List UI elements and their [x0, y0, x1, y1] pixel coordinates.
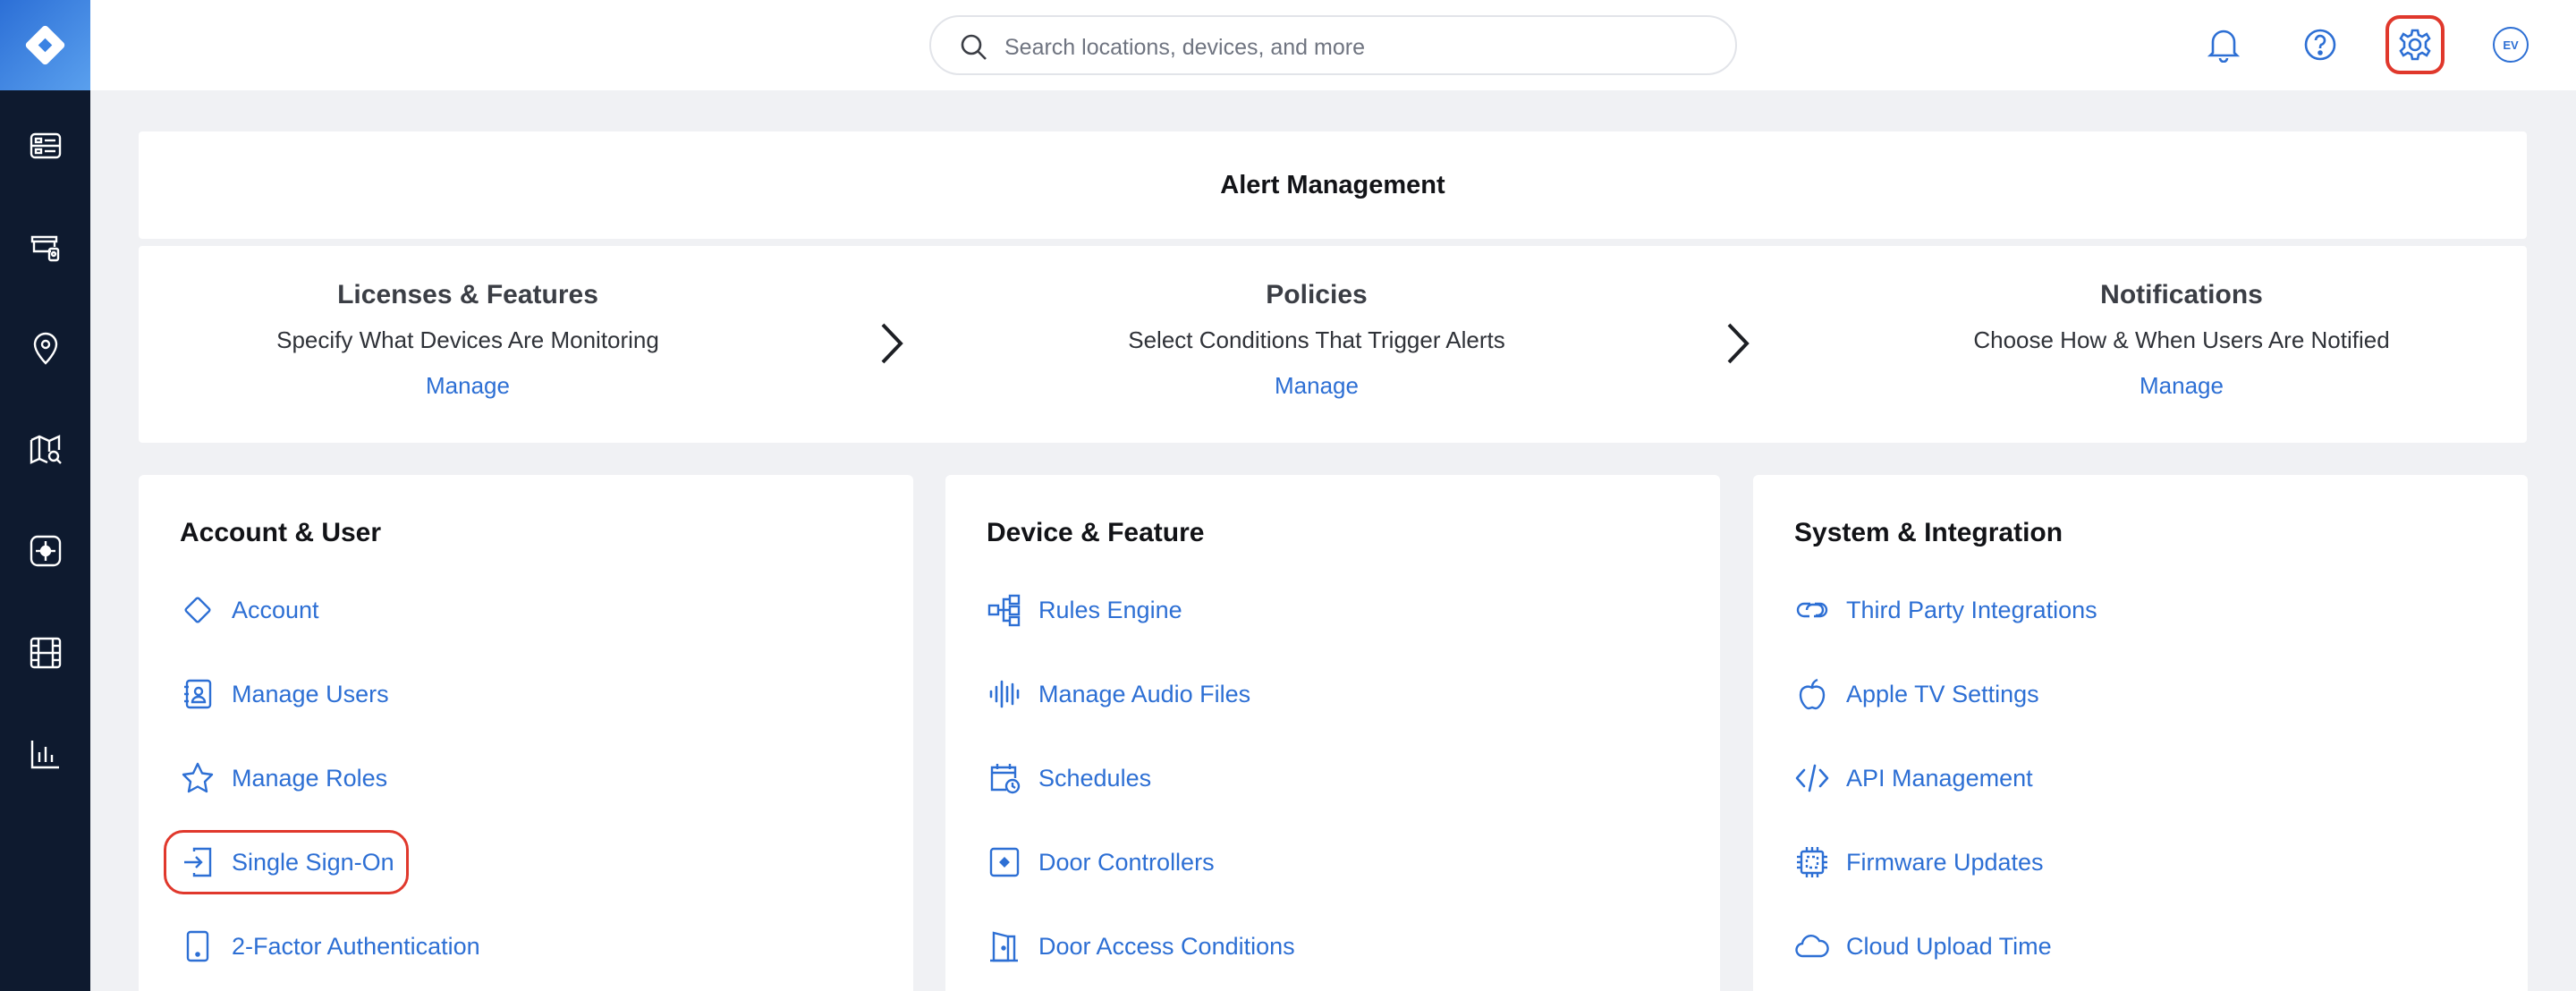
brand-diamond-logo-icon	[25, 25, 65, 65]
top-bar: Search locations, devices, and more EV	[90, 0, 2576, 90]
cloud-icon	[1794, 928, 1830, 964]
apple-icon	[1794, 676, 1830, 712]
item-label: Door Access Conditions	[1038, 932, 1295, 960]
section-system-integration: System & Integration Third Party Integra…	[1753, 475, 2528, 991]
settings-button[interactable]	[2385, 15, 2445, 74]
manage-roles-link[interactable]: Manage Roles	[180, 756, 387, 800]
user-avatar[interactable]: EV	[2493, 27, 2529, 63]
map-search-icon	[30, 435, 62, 464]
item-label: Third Party Integrations	[1846, 596, 2097, 623]
nav-archive[interactable]	[23, 631, 68, 675]
gear-icon	[2399, 29, 2431, 61]
dashboard-icon	[30, 132, 62, 159]
notifications-manage-link[interactable]: Manage	[1868, 372, 2495, 400]
item-label: Manage Audio Files	[1038, 680, 1251, 707]
apple-tv-settings-link[interactable]: Apple TV Settings	[1794, 672, 2039, 716]
diamond-icon	[180, 592, 216, 628]
chevron-right-icon	[881, 323, 903, 364]
step-title: Policies	[1266, 280, 1368, 309]
door-controllers-link[interactable]: Door Controllers	[987, 840, 1215, 885]
door-icon	[987, 928, 1022, 964]
api-management-link[interactable]: API Management	[1794, 756, 2033, 800]
item-label: Door Controllers	[1038, 848, 1215, 876]
alert-management-header: Alert Management	[139, 131, 2527, 239]
item-label: Account	[232, 596, 319, 623]
item-label: Firmware Updates	[1846, 848, 2044, 876]
door-controller-icon	[987, 844, 1022, 880]
flow-nodes-icon	[987, 592, 1022, 628]
policies-manage-link[interactable]: Manage	[1004, 372, 1630, 400]
notifications-button[interactable]	[2194, 15, 2253, 74]
calendar-clock-icon	[987, 760, 1022, 796]
item-label: Rules Engine	[1038, 596, 1182, 623]
search-input[interactable]: Search locations, devices, and more	[929, 15, 1737, 75]
single-sign-on-highlight	[164, 830, 409, 894]
section-title: System & Integration	[1794, 518, 2063, 547]
manage-users-link[interactable]: Manage Users	[180, 672, 389, 716]
search-placeholder: Search locations, devices, and more	[1004, 35, 1365, 60]
star-icon	[180, 760, 216, 796]
camera-devices-icon	[30, 235, 60, 262]
bell-icon	[2207, 30, 2240, 63]
analytics-chart-icon	[30, 741, 59, 769]
location-pin-icon	[33, 332, 58, 365]
brand-logo[interactable]	[0, 0, 90, 90]
section-account-user: Account & User Account Manage Users Mana…	[139, 475, 913, 991]
chevron-right-icon	[1727, 323, 1750, 364]
alert-management-title: Alert Management	[1220, 170, 1445, 199]
step-description: Select Conditions That Trigger Alerts	[1128, 326, 1505, 353]
section-title: Account & User	[180, 518, 382, 547]
nav-analytics[interactable]	[23, 732, 68, 776]
item-label: Manage Users	[232, 680, 389, 707]
item-label: Apple TV Settings	[1846, 680, 2039, 707]
tablet-icon	[180, 928, 216, 964]
item-label: Cloud Upload Time	[1846, 932, 2052, 960]
third-party-integrations-link[interactable]: Third Party Integrations	[1794, 588, 2097, 632]
item-label: API Management	[1846, 764, 2033, 792]
audio-wave-icon	[987, 676, 1022, 712]
manage-audio-files-link[interactable]: Manage Audio Files	[987, 672, 1250, 716]
step-description: Specify What Devices Are Monitoring	[276, 326, 659, 353]
access-control-icon	[30, 535, 62, 567]
schedules-link[interactable]: Schedules	[987, 756, 1151, 800]
user-book-icon	[180, 676, 216, 712]
help-button[interactable]	[2291, 15, 2350, 74]
step-licenses-features: Licenses & Features Specify What Devices…	[155, 280, 781, 400]
nav-locations[interactable]	[23, 326, 68, 371]
step-description: Choose How & When Users Are Notified	[1973, 326, 2390, 353]
account-link[interactable]: Account	[180, 588, 319, 632]
nav-devices[interactable]	[23, 225, 68, 270]
nav-dashboard[interactable]	[23, 123, 68, 168]
step-title: Notifications	[2100, 280, 2263, 309]
film-archive-icon	[30, 637, 62, 669]
section-device-feature: Device & Feature Rules Engine Manage Aud…	[945, 475, 1720, 991]
step-title: Licenses & Features	[337, 280, 598, 309]
step-notifications: Notifications Choose How & When Users Ar…	[1868, 280, 2495, 400]
nav-access-control[interactable]	[23, 529, 68, 573]
link-icon	[1794, 592, 1830, 628]
step-policies: Policies Select Conditions That Trigger …	[1004, 280, 1630, 400]
section-title: Device & Feature	[987, 518, 1205, 547]
alert-management-steps: Licenses & Features Specify What Devices…	[139, 246, 2527, 443]
item-label: 2-Factor Authentication	[232, 932, 480, 960]
search-icon	[961, 34, 987, 60]
item-label: Schedules	[1038, 764, 1152, 792]
cloud-upload-time-link[interactable]: Cloud Upload Time	[1794, 924, 2052, 969]
firmware-updates-link[interactable]: Firmware Updates	[1794, 840, 2044, 885]
help-icon	[2304, 29, 2336, 61]
nav-map[interactable]	[23, 428, 68, 472]
code-icon	[1794, 760, 1830, 796]
sidebar	[0, 0, 90, 991]
item-label: Manage Roles	[232, 764, 388, 792]
licenses-manage-link[interactable]: Manage	[155, 372, 781, 400]
two-factor-auth-link[interactable]: 2-Factor Authentication	[180, 924, 480, 969]
rules-engine-link[interactable]: Rules Engine	[987, 588, 1182, 632]
door-access-conditions-link[interactable]: Door Access Conditions	[987, 924, 1295, 969]
chip-icon	[1794, 844, 1830, 880]
